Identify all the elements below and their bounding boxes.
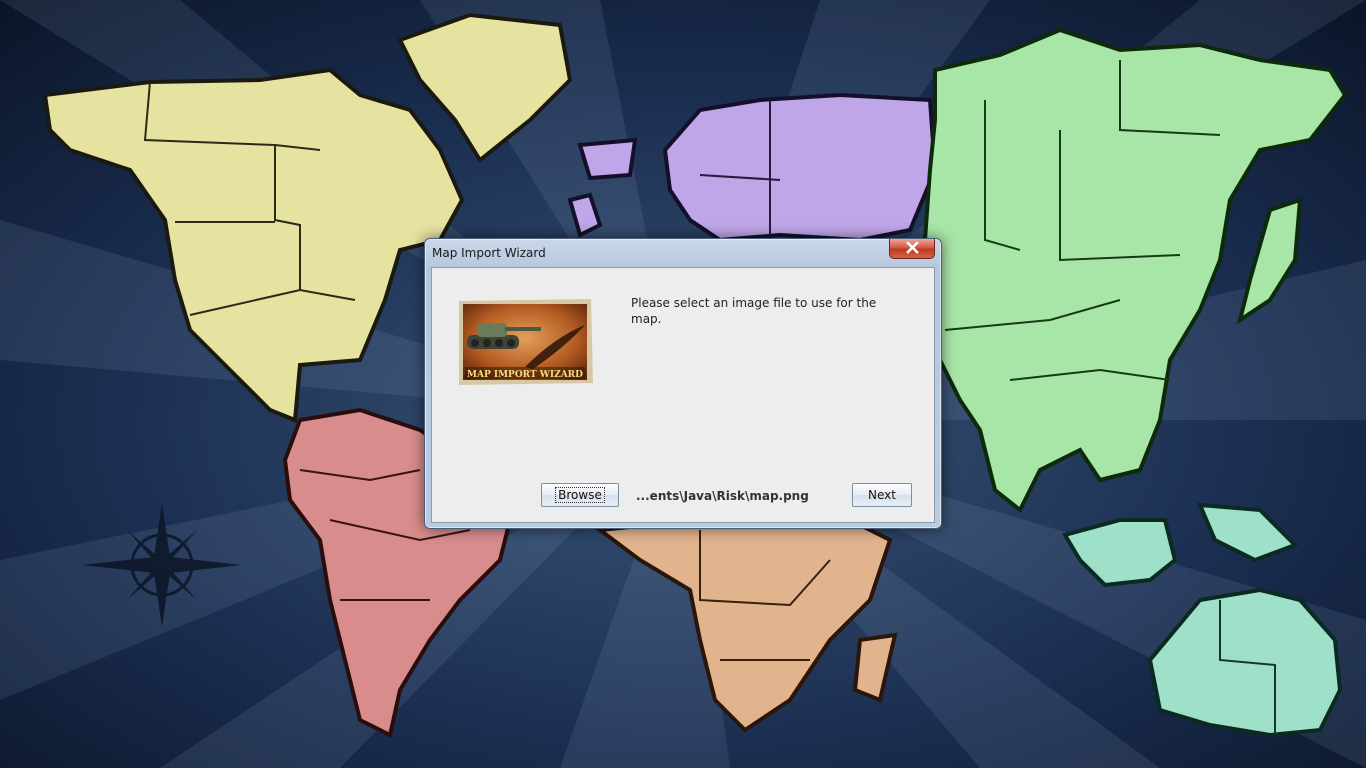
browse-button-label: Browse [555,487,605,503]
wizard-banner-image: MAP IMPORT WIZARD [459,299,593,385]
browse-button[interactable]: Browse [541,483,619,507]
dialog-content: MAP IMPORT WIZARD Please select an image… [431,267,935,523]
next-button[interactable]: Next [852,483,912,507]
dialog-title: Map Import Wizard [432,246,546,260]
wizard-banner-caption: MAP IMPORT WIZARD [467,370,583,380]
close-icon [906,242,919,254]
close-button[interactable] [889,239,935,259]
dialog-titlebar[interactable]: Map Import Wizard [425,239,941,267]
selected-file-path: ...ents\Java\Risk\map.png [636,489,809,503]
map-import-wizard-dialog: Map Import Wizard MAP IMPORT WIZARD Plea… [424,238,942,529]
instruction-message: Please select an image file to use for t… [631,296,877,326]
